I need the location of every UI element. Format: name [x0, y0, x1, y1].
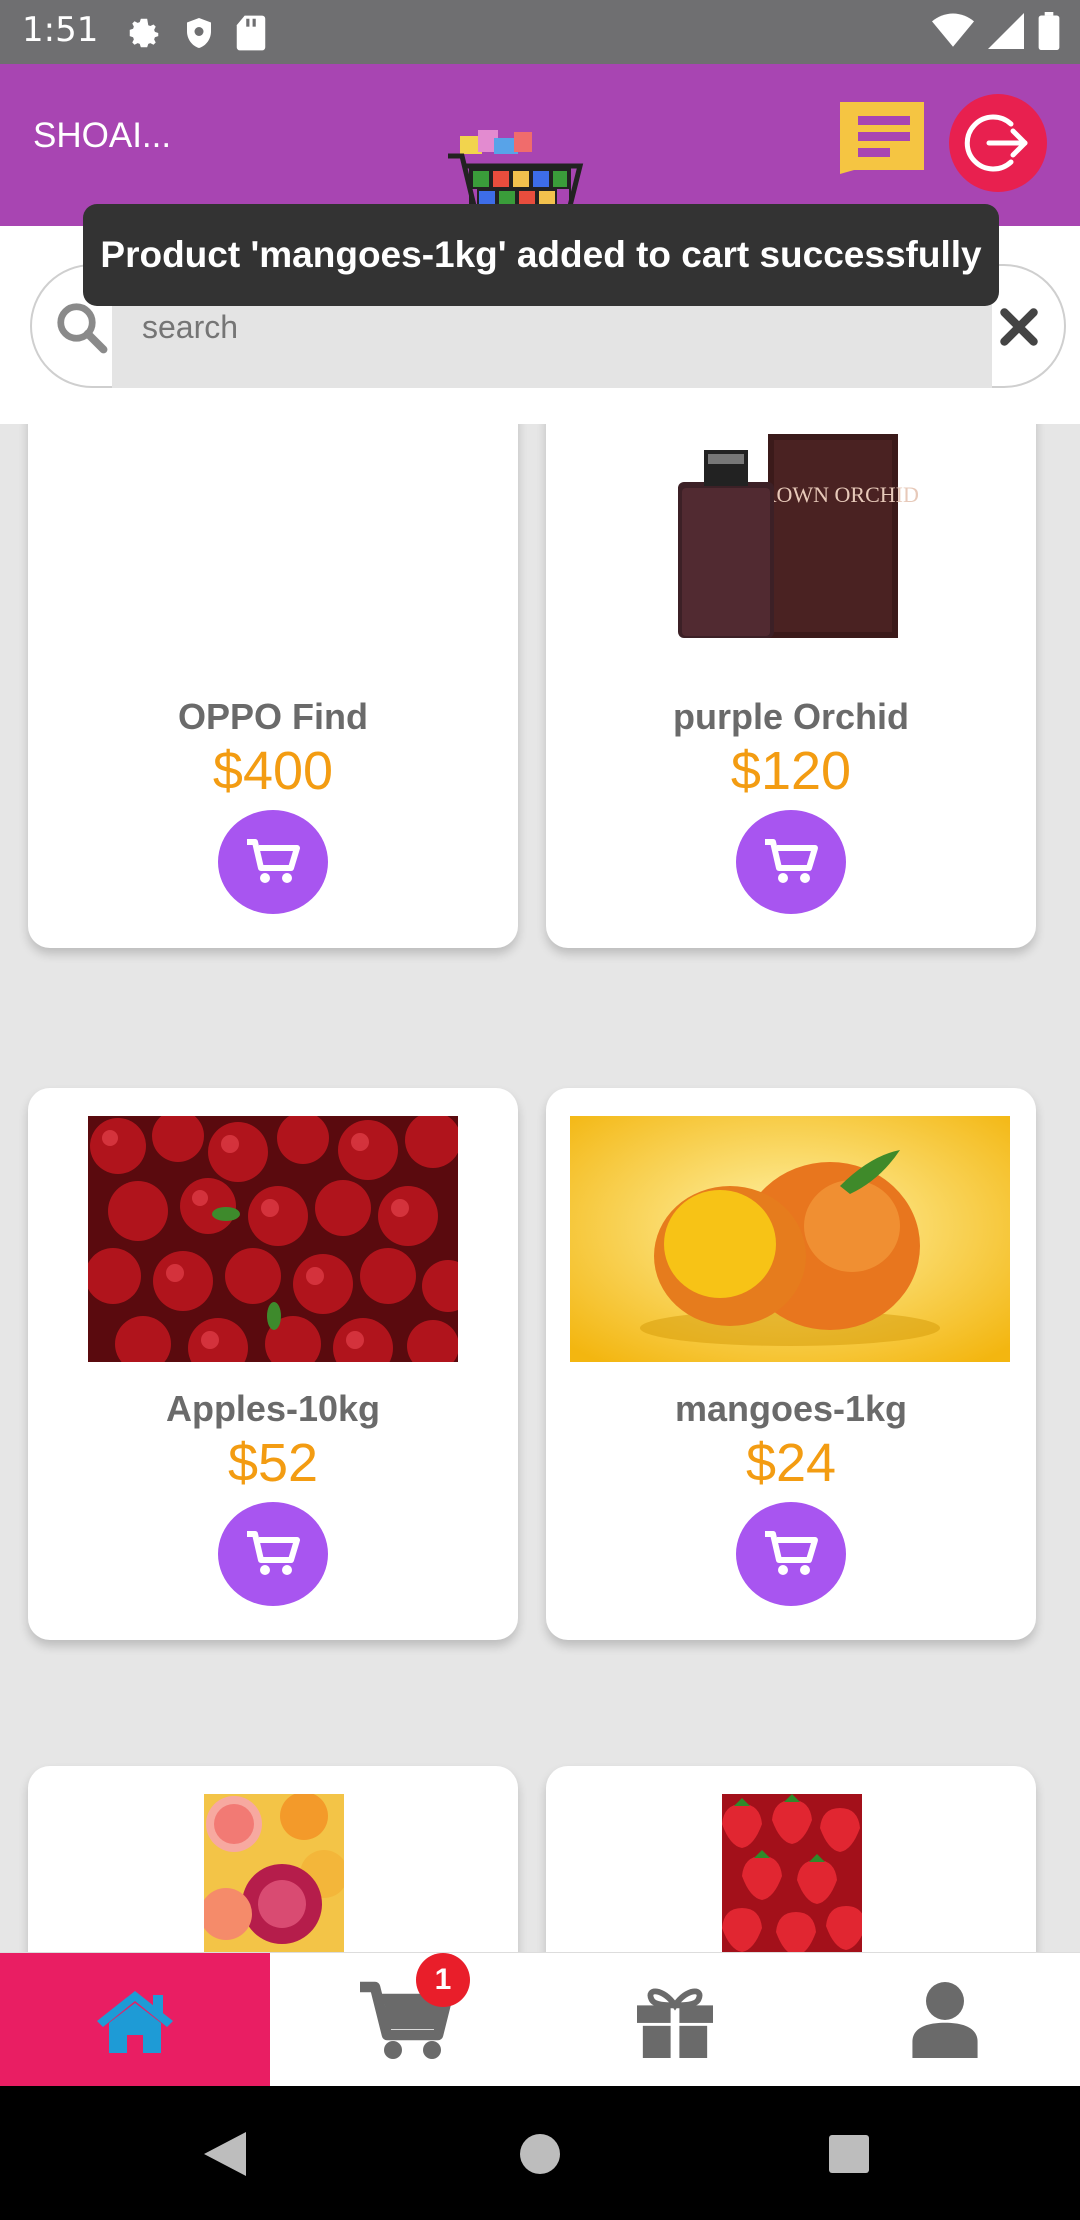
product-price: $120 [730, 741, 852, 801]
product-image [88, 1116, 458, 1362]
app-header: SHOAI... [0, 64, 1080, 248]
cart-icon [247, 839, 300, 883]
system-nav-bar [0, 2086, 1080, 2220]
cart-icon [247, 1531, 300, 1575]
product-image [204, 1794, 344, 1954]
status-bar: 1:51 [0, 0, 1080, 64]
add-to-cart-button[interactable] [736, 1502, 846, 1606]
product-card[interactable] [546, 1766, 1036, 1954]
shield-icon [187, 18, 211, 48]
search-icon[interactable] [54, 300, 108, 354]
signal-icon [988, 13, 1024, 49]
cart-icon [765, 839, 818, 883]
close-icon[interactable] [994, 302, 1044, 352]
product-price: $400 [212, 741, 334, 801]
product-image [570, 1116, 1010, 1362]
product-name: Apples-10kg [165, 1388, 381, 1429]
product-name: OPPO Find [177, 696, 368, 737]
status-icons-right [932, 12, 1060, 50]
nav-gifts[interactable] [540, 1953, 810, 2087]
cart-icon [765, 1531, 818, 1575]
recents-icon[interactable] [828, 2134, 870, 2174]
status-time: 1:51 [22, 10, 99, 50]
home-icon [97, 1991, 173, 2053]
wifi-icon [932, 13, 974, 47]
sd-card-icon [236, 15, 266, 51]
toast-message: Product 'mangoes-1kg' added to cart succ… [83, 204, 999, 306]
nav-home[interactable] [0, 1953, 270, 2087]
cart-count-badge: 1 [416, 1953, 470, 2007]
product-card[interactable]: Apples-10kg $52 [28, 1088, 518, 1640]
product-name: mangoes-1kg [674, 1388, 908, 1429]
settings-icon [129, 18, 159, 48]
product-name: purple Orchid [672, 696, 910, 737]
add-to-cart-button[interactable] [218, 810, 328, 914]
orders-message-icon[interactable] [836, 98, 928, 174]
product-price: $24 [745, 1433, 837, 1493]
product-card[interactable]: mangoes-1kg $24 [546, 1088, 1036, 1640]
user-name[interactable]: SHOAI... [33, 116, 171, 156]
gift-icon [637, 1988, 713, 2058]
product-card[interactable]: OPPO Find $400 [28, 424, 518, 948]
bottom-nav [0, 1952, 1080, 2087]
user-icon [912, 1982, 978, 2058]
add-to-cart-button[interactable] [736, 810, 846, 914]
back-icon[interactable] [202, 2130, 248, 2178]
logout-button[interactable] [949, 94, 1047, 192]
home-circle-icon[interactable] [518, 2132, 562, 2176]
status-icons-left [125, 14, 267, 52]
battery-icon [1038, 12, 1060, 50]
product-image: BROWN ORCHID [678, 434, 919, 638]
add-to-cart-button[interactable] [218, 1502, 328, 1606]
product-grid: OPPO Find $400 BROWN ORCHID purple Orchi… [0, 424, 1080, 1954]
product-card[interactable] [28, 1766, 518, 1954]
product-image [722, 1794, 862, 1954]
product-price: $52 [227, 1433, 319, 1493]
nav-cart[interactable] [270, 1953, 540, 2087]
logout-icon [964, 114, 1028, 172]
product-card[interactable]: BROWN ORCHID purple Orchid $120 [546, 424, 1036, 948]
nav-profile[interactable] [810, 1953, 1080, 2087]
